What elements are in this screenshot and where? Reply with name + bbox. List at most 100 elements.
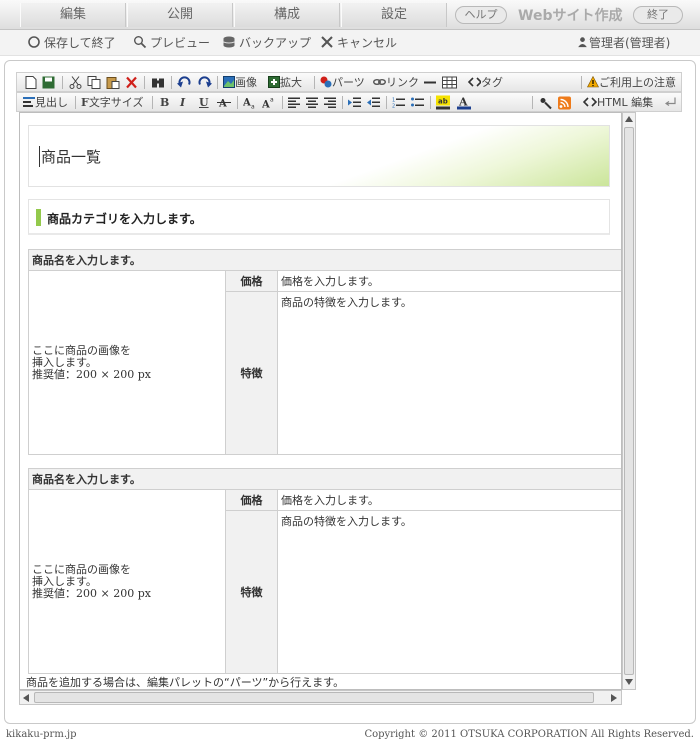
vertical-scroll-thumb[interactable] <box>624 127 634 675</box>
cancel-button[interactable]: キャンセル <box>320 35 397 51</box>
line-break-icon[interactable] <box>665 95 677 110</box>
separator <box>532 96 533 109</box>
svg-text:ab: ab <box>438 98 448 106</box>
tab-publish[interactable]: 公開 <box>127 3 233 27</box>
text-color-icon[interactable]: A <box>457 95 471 110</box>
tag-label: タグ <box>481 76 503 89</box>
italic-button[interactable]: I <box>180 95 185 110</box>
underline-button[interactable]: U <box>199 95 209 110</box>
copy-icon[interactable] <box>87 75 101 90</box>
feature-label: 特徴 <box>225 291 278 455</box>
image-hint-line-3: 推奨値：200 × 200 px <box>32 586 151 600</box>
backup-button[interactable]: バックアップ <box>222 35 311 51</box>
horizontal-scrollbar[interactable] <box>19 690 622 705</box>
product-image-placeholder[interactable]: ここに商品の画像を 挿入します。 推奨値：200 × 200 px <box>28 270 226 455</box>
separator <box>217 76 218 89</box>
superscript-icon[interactable]: Aa <box>262 95 276 111</box>
rss-icon[interactable] <box>558 95 571 110</box>
delete-icon[interactable] <box>125 75 138 90</box>
horizontal-scroll-thumb[interactable] <box>34 692 594 703</box>
parts-label: パーツ <box>332 76 365 89</box>
feature-value[interactable]: 商品の特徴を入力します。 <box>277 291 621 455</box>
save-icon[interactable] <box>42 75 55 90</box>
separator <box>171 76 172 89</box>
table-icon[interactable] <box>442 75 457 90</box>
align-right-icon[interactable] <box>324 95 336 110</box>
parts-icon <box>320 76 332 88</box>
product-name[interactable]: 商品名を入力します。 <box>28 468 621 490</box>
heading-button[interactable]: 見出し <box>23 95 68 110</box>
horizontal-rule-icon[interactable] <box>424 75 436 90</box>
scroll-right-arrow-icon[interactable] <box>611 694 617 702</box>
scroll-up-arrow-icon[interactable] <box>625 116 633 122</box>
font-size-label: 文字サイズ <box>88 96 144 109</box>
insert-image-button[interactable]: 画像 <box>223 75 257 90</box>
highlight-color-icon[interactable]: ab <box>436 95 450 110</box>
product-image-placeholder[interactable]: ここに商品の画像を 挿入します。 推奨値：200 × 200 px <box>28 489 226 674</box>
code-icon <box>467 77 481 87</box>
scroll-left-arrow-icon[interactable] <box>23 694 29 702</box>
zoom-button[interactable]: 拡大 <box>268 75 302 90</box>
separator <box>282 96 283 109</box>
code-icon <box>583 97 597 107</box>
undo-icon[interactable] <box>177 75 192 90</box>
vertical-scrollbar[interactable] <box>622 112 636 690</box>
feature-value[interactable]: 商品の特徴を入力します。 <box>277 510 621 674</box>
feature-label: 特徴 <box>225 510 278 674</box>
bold-button[interactable]: B <box>160 95 169 110</box>
save-exit-button[interactable]: 保存して終了 <box>27 35 116 51</box>
svg-text:A: A <box>243 98 251 109</box>
special-link-icon[interactable] <box>539 95 553 110</box>
new-page-icon[interactable] <box>25 75 37 90</box>
font-icon: F <box>81 96 89 109</box>
tab-edit[interactable]: 編集 <box>20 3 126 27</box>
preview-button[interactable]: プレビュー <box>133 35 210 51</box>
editor-content[interactable]: 商品一覧 商品カテゴリを入力します。 商品名を入力します。 ここに商品の画像を … <box>19 112 622 690</box>
separator <box>430 96 431 109</box>
separator <box>152 96 153 109</box>
paste-icon[interactable] <box>106 75 120 90</box>
scroll-down-arrow-icon[interactable] <box>625 679 633 685</box>
exit-button[interactable]: 終了 <box>633 6 683 24</box>
usage-notice-label: ご利用上の注意 <box>599 76 676 89</box>
price-value[interactable]: 価格を入力します。 <box>277 270 621 292</box>
tab-structure[interactable]: 構成 <box>234 3 340 27</box>
image-icon <box>223 76 235 88</box>
cut-icon[interactable] <box>69 75 82 90</box>
tag-button[interactable]: タグ <box>467 75 503 90</box>
category-accent-bar <box>36 209 41 226</box>
indent-icon[interactable] <box>348 95 361 110</box>
price-value[interactable]: 価格を入力します。 <box>277 489 621 511</box>
html-edit-button[interactable]: HTML 編集 <box>583 95 653 110</box>
link-button[interactable]: リンク <box>372 75 419 90</box>
category-heading-box: 商品カテゴリを入力します。 <box>28 199 610 235</box>
html-edit-label: HTML 編集 <box>597 96 654 109</box>
font-size-button[interactable]: F文字サイズ <box>81 95 143 110</box>
outdent-icon[interactable] <box>367 95 380 110</box>
find-icon[interactable] <box>151 75 165 90</box>
user-menu[interactable]: 管理者(管理者) <box>577 35 670 51</box>
preview-label: プレビュー <box>150 36 211 50</box>
action-bar: 保存して終了 プレビュー バックアップ キャンセル 管理者(管理者) <box>0 30 700 56</box>
tab-settings[interactable]: 設定 <box>341 3 447 27</box>
align-left-icon[interactable] <box>288 95 300 110</box>
bullet-list-icon[interactable] <box>411 95 424 110</box>
usage-notice-button[interactable]: ご利用上の注意 <box>587 75 676 90</box>
user-icon <box>578 37 587 48</box>
editor-toolbar-2: 見出し F文字サイズ B I U A Aa Aa 12 ab A HTML 編集 <box>16 92 682 112</box>
redo-icon[interactable] <box>197 75 212 90</box>
help-button[interactable]: ヘルプ <box>455 6 507 24</box>
numbered-list-icon[interactable]: 12 <box>392 95 405 110</box>
parts-button[interactable]: パーツ <box>320 75 365 90</box>
editor-toolbar-1: 画像 拡大 パーツ リンク タグ ご利用上の注意 <box>16 72 682 92</box>
image-hint-line-2: 挿入します。 <box>32 574 97 588</box>
image-hint-line-1: ここに商品の画像を <box>32 562 131 576</box>
strikethrough-icon[interactable]: A <box>217 95 231 110</box>
save-exit-label: 保存して終了 <box>44 36 116 50</box>
page-title[interactable]: 商品一覧 <box>39 146 101 167</box>
separator <box>62 76 63 89</box>
category-heading[interactable]: 商品カテゴリを入力します。 <box>47 210 202 227</box>
align-center-icon[interactable] <box>306 95 318 110</box>
subscript-icon[interactable]: Aa <box>243 95 257 111</box>
product-name[interactable]: 商品名を入力します。 <box>28 249 621 271</box>
